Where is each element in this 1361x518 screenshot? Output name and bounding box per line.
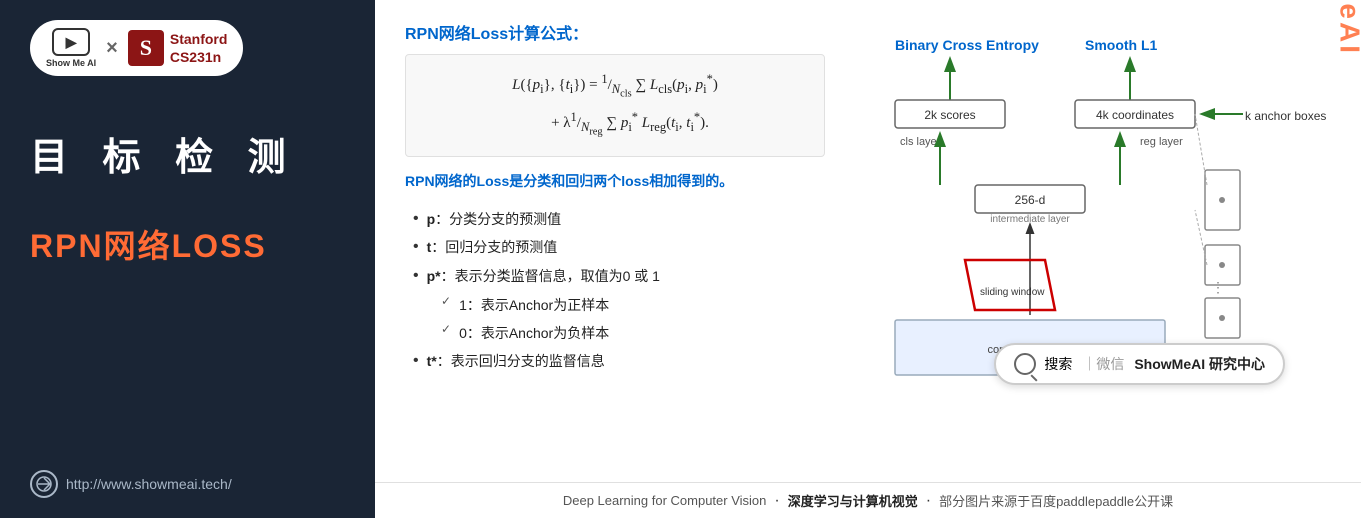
page-title-chinese: 目 标 检 测	[30, 126, 298, 181]
footer-text2: 深度学习与计算机视觉	[788, 491, 918, 510]
link-icon	[30, 470, 58, 498]
svg-text:Binary Cross Entropy: Binary Cross Entropy	[895, 37, 1039, 53]
stanford-name: Stanford	[170, 30, 228, 48]
formula-line-2: + λ1/Nreg ∑ pi* Lreg(ti, ti*).	[422, 105, 808, 143]
logo-area: ▶ Show Me AI × S Stanford CS231n	[30, 20, 243, 76]
showmeai-logo: ▶ Show Me AI	[46, 28, 96, 68]
showmeai-label: Show Me AI	[46, 58, 96, 68]
main-content: RPN网络Loss计算公式： L({pi}, {ti}) = 1/Ncls ∑ …	[375, 0, 1361, 518]
watermark: ShowMeAI	[1334, 0, 1361, 56]
footer: Deep Learning for Computer Vision · 深度学习…	[375, 482, 1361, 518]
footer-dot1: ·	[774, 492, 779, 510]
logo-icon: ▶	[52, 28, 90, 56]
x-separator: ×	[106, 37, 118, 60]
bullet-list-2: t*：表示回归分支的监督信息	[405, 347, 825, 376]
list-item-t: t：回归分支的预测值	[405, 233, 825, 262]
footer-text1: Deep Learning for Computer Vision	[563, 493, 767, 508]
stanford-s-letter: S	[128, 30, 164, 66]
svg-text:k anchor boxes: k anchor boxes	[1245, 109, 1326, 123]
search-divider: ｜微信	[1082, 354, 1124, 374]
svg-text:⋮: ⋮	[1211, 279, 1225, 295]
website-link[interactable]: http://www.showmeai.tech/	[30, 460, 232, 498]
sub-bullet-list: 1：表示Anchor为正样本 0：表示Anchor为负样本	[433, 291, 825, 347]
formula-heading: RPN网络Loss计算公式：	[405, 20, 825, 44]
svg-text:Smooth L1: Smooth L1	[1085, 37, 1158, 53]
list-item-tstar: t*：表示回归分支的监督信息	[405, 347, 825, 376]
list-item-0: 0：表示Anchor为负样本	[433, 319, 825, 347]
svg-text:intermediate layer: intermediate layer	[990, 214, 1070, 225]
svg-text:4k coordinates: 4k coordinates	[1096, 108, 1174, 122]
search-icon	[1014, 353, 1036, 375]
bullet-list: p：分类分支的预测值 t：回归分支的预测值 p*：表示分类监督信息，取值为0 或…	[405, 205, 825, 291]
right-content: Binary Cross Entropy Smooth L1 2k scores…	[845, 20, 1345, 472]
list-item-1: 1：表示Anchor为正样本	[433, 291, 825, 319]
svg-text:cls layer: cls layer	[900, 136, 941, 148]
diagram-svg: Binary Cross Entropy Smooth L1 2k scores…	[845, 30, 1345, 385]
footer-dot2: ·	[926, 492, 931, 510]
svg-text:sliding window: sliding window	[980, 287, 1045, 298]
svg-text:reg layer: reg layer	[1140, 136, 1183, 148]
search-bold-label: ShowMeAI 研究中心	[1134, 354, 1265, 374]
footer-text3: 部分图片来源于百度paddlepaddle公开课	[939, 491, 1173, 510]
formula-box: L({pi}, {ti}) = 1/Ncls ∑ Lcls(pi, pi*) +…	[405, 54, 825, 157]
list-item-p: p：分类分支的预测值	[405, 205, 825, 234]
search-bar[interactable]: 搜索 ｜微信 ShowMeAI 研究中心	[994, 343, 1285, 385]
stanford-text: Stanford CS231n	[170, 30, 228, 66]
svg-text:256-d: 256-d	[1015, 193, 1046, 207]
search-text: 搜索	[1044, 354, 1072, 374]
desc-blue: RPN网络的Loss是分类和回归两个loss相加得到的。	[405, 171, 825, 191]
left-content: RPN网络Loss计算公式： L({pi}, {ti}) = 1/Ncls ∑ …	[405, 20, 825, 472]
diagram-container: Binary Cross Entropy Smooth L1 2k scores…	[845, 30, 1345, 390]
svg-text:2k scores: 2k scores	[924, 108, 975, 122]
stanford-logo: S Stanford CS231n	[128, 30, 228, 66]
website-url: http://www.showmeai.tech/	[66, 476, 232, 492]
formula-line-1: L({pi}, {ti}) = 1/Ncls ∑ Lcls(pi, pi*)	[422, 67, 808, 105]
stanford-course: CS231n	[170, 48, 228, 66]
list-item-pstar: p*：表示分类监督信息，取值为0 或 1	[405, 262, 825, 291]
content-area: RPN网络Loss计算公式： L({pi}, {ti}) = 1/Ncls ∑ …	[375, 0, 1361, 482]
section-title: RPN网络LOSS	[30, 221, 267, 267]
sidebar: ▶ Show Me AI × S Stanford CS231n 目 标 检 测…	[0, 0, 375, 518]
